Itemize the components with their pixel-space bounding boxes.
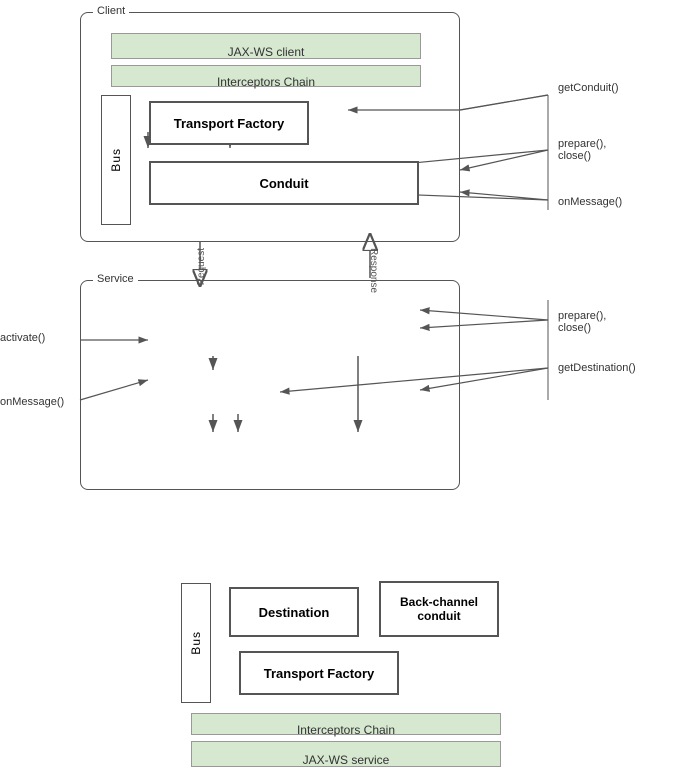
activate-label: activate(): [0, 332, 45, 344]
getdestination-label: getDestination(): [558, 362, 636, 374]
prepare-close-top-label: prepare(), close(): [558, 138, 606, 162]
jaxws-client-bar: JAX-WS client: [111, 33, 421, 59]
bus-service: Bus: [181, 583, 211, 703]
service-box: Service Bus Destination Back-channel con…: [80, 280, 460, 490]
client-box: Client JAX-WS client Interceptors Chain …: [80, 12, 460, 242]
jaxws-service-bar: JAX-WS service: [191, 741, 501, 767]
response-label: Response: [368, 248, 379, 293]
request-label: Request: [196, 248, 207, 285]
service-label: Service: [93, 273, 138, 285]
destination-box: Destination: [229, 587, 359, 637]
interceptors-service-bar: Interceptors Chain: [191, 713, 501, 735]
conduit-box: Conduit: [149, 161, 419, 205]
client-label: Client: [93, 5, 129, 17]
diagram: Client JAX-WS client Interceptors Chain …: [0, 0, 682, 514]
bus-service-label: Bus: [189, 631, 203, 655]
onmessage-bottom-label: onMessage(): [0, 396, 64, 408]
prepare-close-bottom-label: prepare(), close(): [558, 310, 606, 334]
transport-factory-client: Transport Factory: [149, 101, 309, 145]
getconduit-label: getConduit(): [558, 82, 619, 94]
onmessage-top-label: onMessage(): [558, 196, 622, 208]
transport-factory-service: Transport Factory: [239, 651, 399, 695]
bus-client-label: Bus: [109, 148, 123, 172]
interceptors-client-bar: Interceptors Chain: [111, 65, 421, 87]
backchannel-box: Back-channel conduit: [379, 581, 499, 637]
bus-client: Bus: [101, 95, 131, 225]
